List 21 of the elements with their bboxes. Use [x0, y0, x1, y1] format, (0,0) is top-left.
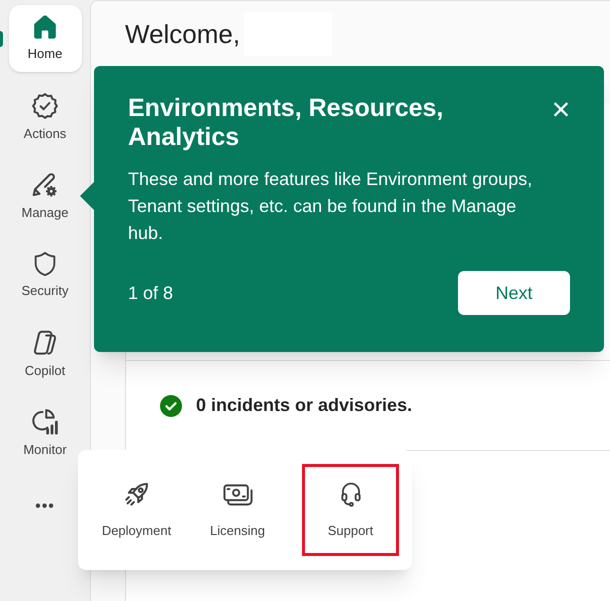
nav-tab[interactable]: Copilot [8, 321, 82, 388]
flyout-item[interactable]: Support [302, 464, 399, 556]
selection-indicator [0, 31, 3, 47]
popover-body: These and more features like Environment groups, Tenant settings, etc. can be found in the Manage hub. [128, 168, 534, 245]
more-button[interactable]: ••• [15, 487, 75, 527]
nav-tab[interactable]: Security [8, 242, 82, 309]
nav-tab[interactable]: Actions [8, 84, 82, 151]
next-button[interactable]: Next [458, 271, 570, 315]
nav-tab[interactable]: Manage [8, 163, 82, 230]
badge-check-icon [30, 91, 60, 122]
close-button[interactable]: × [546, 94, 576, 124]
nav-tab[interactable]: Home [8, 5, 82, 72]
pie-bar-chart-icon [30, 407, 60, 438]
home-icon [31, 13, 59, 42]
nav-tab[interactable]: Monitor [8, 400, 82, 467]
flyout-item[interactable]: Deployment [88, 464, 185, 556]
status-text: 0 incidents or advisories. [196, 394, 412, 417]
flyout-item[interactable]: Licensing [189, 464, 286, 556]
welcome-heading: Welcome, [125, 18, 240, 50]
popover-title: Environments, Resources, Analytics [128, 94, 444, 152]
step-counter: 1 of 8 [128, 282, 174, 304]
